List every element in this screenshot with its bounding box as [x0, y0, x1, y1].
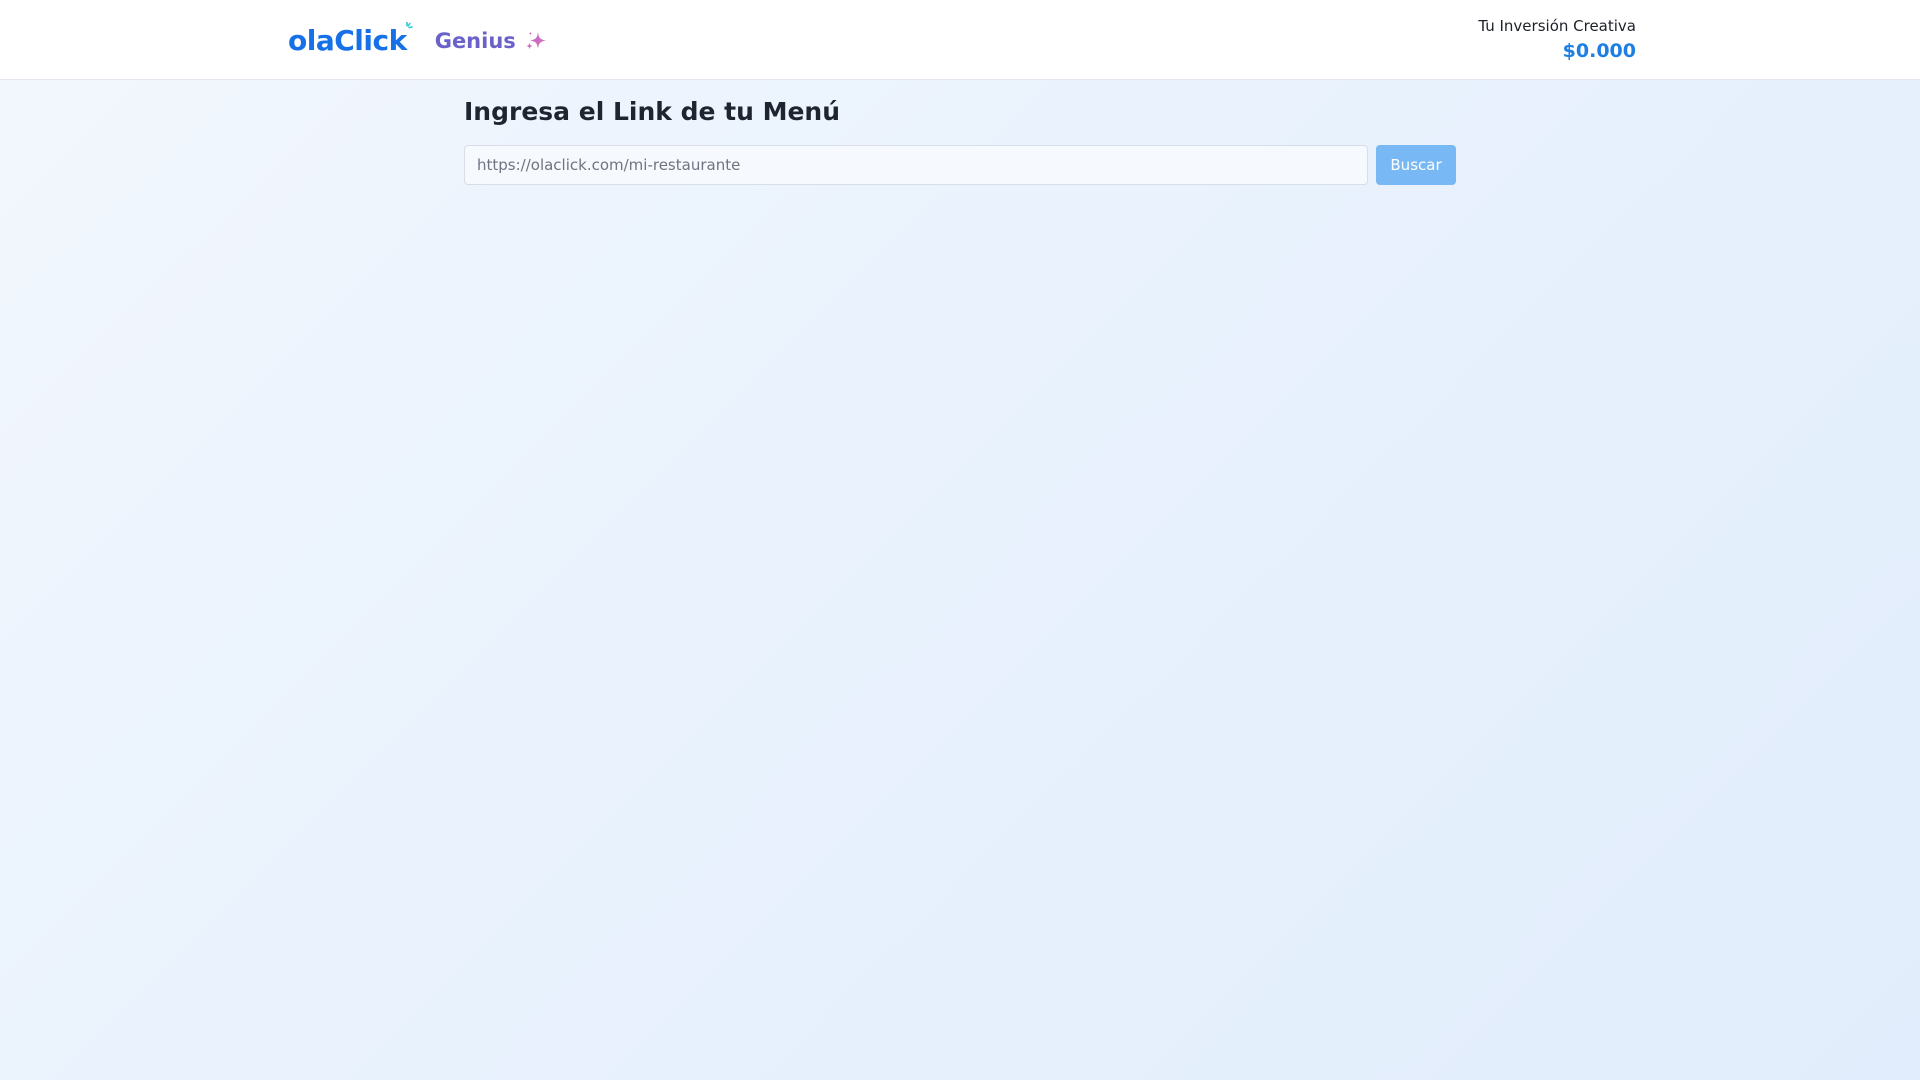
olaclick-logo[interactable]: olaClick [288, 22, 413, 57]
sparkles-icon [525, 31, 546, 50]
genius-label: Genius [434, 29, 516, 53]
genius-brand: Genius [435, 29, 548, 53]
search-button[interactable]: Buscar [1376, 145, 1456, 185]
logo-spark-icon [405, 22, 413, 29]
search-row: Buscar [464, 145, 1456, 185]
menu-url-input[interactable] [464, 145, 1368, 185]
top-header: olaClick Genius Tu Inversión Creativa $0… [0, 0, 1920, 80]
investment-value: $0.000 [1562, 40, 1636, 62]
investment-label: Tu Inversión Creativa [1478, 17, 1636, 35]
page-title: Ingresa el Link de tu Menú [464, 97, 841, 126]
logo-text: olaClick [288, 24, 407, 57]
main-content: Ingresa el Link de tu Menú Buscar [464, 96, 1456, 185]
brand: olaClick Genius [288, 22, 548, 60]
investment-summary: Tu Inversión Creativa $0.000 [1478, 16, 1636, 64]
